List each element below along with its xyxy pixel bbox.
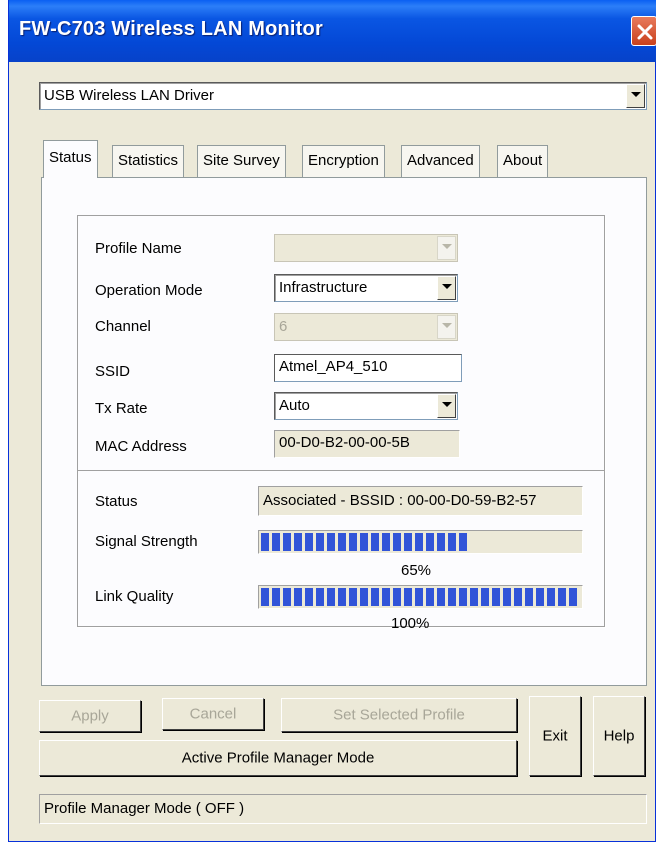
tab-label: Site Survey [203, 152, 280, 169]
active-profile-manager-label: Active Profile Manager Mode [181, 749, 375, 767]
set-selected-profile-button[interactable]: Set Selected Profile [281, 698, 517, 732]
tx-rate-value: Auto [279, 397, 310, 414]
channel-label: Channel [95, 318, 151, 335]
close-button[interactable] [631, 16, 656, 46]
profile-name-select[interactable] [274, 234, 458, 262]
status-bar: Profile Manager Mode ( OFF ) [39, 794, 647, 824]
tx-rate-select[interactable]: Auto [274, 392, 458, 420]
ssid-label: SSID [95, 363, 131, 380]
operation-mode-select[interactable]: Infrastructure [274, 274, 458, 302]
apply-button[interactable]: Apply [39, 700, 141, 732]
mac-address-label: MAC Address [95, 438, 187, 455]
chevron-down-icon[interactable] [437, 394, 456, 418]
active-profile-manager-button[interactable]: Active Profile Manager Mode [39, 740, 517, 776]
link-quality-fill [261, 588, 580, 606]
tab-status[interactable]: Status [43, 140, 98, 178]
tab-label: About [503, 152, 543, 169]
cancel-button-label: Cancel [189, 705, 237, 723]
chevron-down-icon[interactable] [626, 84, 645, 108]
group-divider [77, 470, 605, 471]
title-bar[interactable]: FW-C703 Wireless LAN Monitor [9, 0, 656, 62]
chevron-down-icon[interactable] [437, 315, 456, 339]
link-quality-percent: 100% [391, 615, 430, 632]
profile-name-label: Profile Name [95, 240, 182, 257]
operation-mode-value: Infrastructure [279, 279, 368, 296]
mac-address-field: 00-D0-B2-00-00-5B [274, 430, 460, 458]
tab-advanced[interactable]: Advanced [401, 145, 480, 177]
apply-button-label: Apply [71, 707, 109, 725]
tab-label: Statistics [118, 152, 179, 169]
channel-value: 6 [279, 318, 288, 335]
status-label: Status [95, 493, 138, 510]
signal-strength-percent: 65% [401, 562, 432, 579]
tab-site-survey[interactable]: Site Survey [197, 145, 286, 177]
tab-label: Status [49, 149, 92, 166]
cancel-button[interactable]: Cancel [162, 698, 264, 730]
signal-strength-label: Signal Strength [95, 533, 198, 550]
driver-select-value: USB Wireless LAN Driver [44, 87, 215, 104]
chevron-down-icon[interactable] [437, 236, 456, 260]
driver-select[interactable]: USB Wireless LAN Driver [39, 82, 647, 110]
set-selected-profile-label: Set Selected Profile [333, 706, 465, 724]
exit-button[interactable]: Exit [529, 696, 581, 776]
tab-label: Encryption [308, 152, 379, 169]
exit-button-label: Exit [542, 727, 568, 745]
link-quality-bar [258, 585, 583, 609]
link-quality-label: Link Quality [95, 588, 174, 605]
ssid-input[interactable]: Atmel_AP4_510 [274, 354, 462, 382]
app-window: FW-C703 Wireless LAN Monitor USB Wireles… [8, 0, 656, 842]
channel-select[interactable]: 6 [274, 313, 458, 341]
window-title: FW-C703 Wireless LAN Monitor [19, 18, 323, 40]
tab-label: Advanced [407, 152, 474, 169]
tab-encryption[interactable]: Encryption [302, 145, 385, 177]
help-button[interactable]: Help [593, 696, 645, 776]
help-button-label: Help [603, 727, 635, 745]
operation-mode-label: Operation Mode [95, 282, 203, 299]
signal-strength-fill [261, 533, 469, 551]
signal-strength-bar [258, 530, 583, 554]
chevron-down-icon[interactable] [437, 276, 456, 300]
tx-rate-label: Tx Rate [95, 400, 148, 417]
tab-statistics[interactable]: Statistics [112, 145, 185, 177]
close-icon [637, 24, 653, 40]
status-field: Associated - BSSID : 00-00-D0-59-B2-57 [258, 486, 583, 516]
tab-about[interactable]: About [497, 145, 549, 177]
